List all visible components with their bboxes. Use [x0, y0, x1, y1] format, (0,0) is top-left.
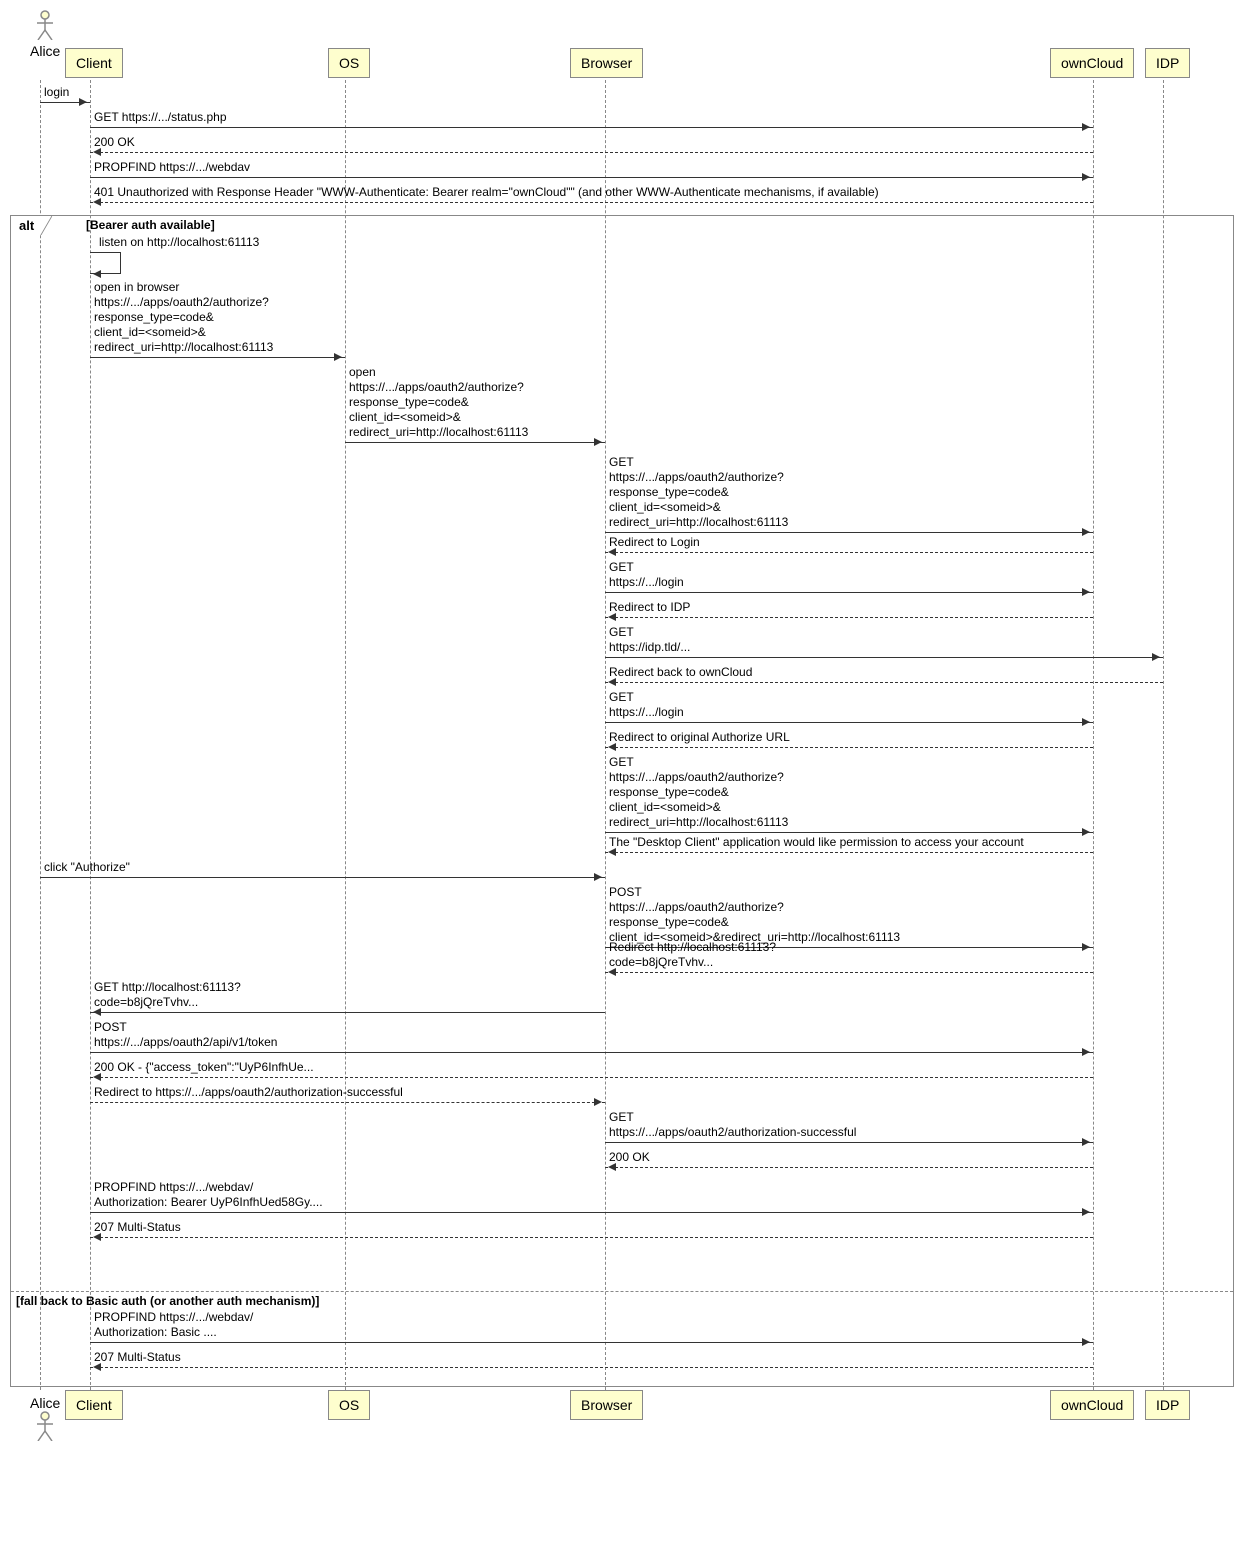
msg-get-code: GET http://localhost:61113? code=b8jQreT… — [90, 980, 605, 1013]
participant-owncloud: ownCloud — [1050, 1390, 1134, 1420]
msg-get-authorize-2: GET https://.../apps/oauth2/authorize? r… — [605, 755, 1093, 833]
participant-owncloud: ownCloud — [1050, 48, 1134, 78]
actor-alice-bottom: Alice — [30, 1395, 60, 1444]
msg-token-ok: 200 OK - {"access_token":"UyP6InfhUe... — [90, 1060, 1093, 1078]
msg-get-status: GET https://.../status.php — [90, 110, 1093, 128]
participant-idp: IDP — [1145, 48, 1190, 78]
participant-os: OS — [328, 48, 370, 78]
msg-permission-prompt: The "Desktop Client" application would l… — [605, 835, 1093, 853]
msg-listen: listen on http://localhost:61113 — [95, 235, 263, 274]
participant-os: OS — [328, 1390, 370, 1420]
actor-alice: Alice — [30, 10, 60, 59]
msg-207: 207 Multi-Status — [90, 1220, 1093, 1238]
participant-client: Client — [65, 1390, 123, 1420]
msg-redirect-success: Redirect to https://.../apps/oauth2/auth… — [90, 1085, 605, 1103]
msg-click-authorize: click "Authorize" — [40, 860, 605, 878]
lifelines-area: login GET https://.../status.php 200 OK … — [10, 80, 1234, 1390]
participant-browser: Browser — [570, 48, 643, 78]
msg-os-open: open https://.../apps/oauth2/authorize? … — [345, 365, 605, 443]
actor-label: Alice — [30, 1395, 60, 1411]
participant-browser: Browser — [570, 1390, 643, 1420]
msg-propfind-basic: PROPFIND https://.../webdav/ Authorizati… — [90, 1310, 1093, 1343]
msg-redirect-idp: Redirect to IDP — [605, 600, 1093, 618]
alt-guard-1: [Bearer auth available] — [86, 218, 215, 232]
msg-get-login: GET https://.../login — [605, 560, 1093, 593]
sequence-diagram: Alice Client OS Browser ownCloud IDP log… — [10, 10, 1234, 1460]
msg-propfind: PROPFIND https://.../webdav — [90, 160, 1093, 178]
msg-login: login — [40, 85, 90, 103]
msg-post-authorize: POST https://.../apps/oauth2/authorize? … — [605, 885, 1093, 948]
msg-redirect-back: Redirect back to ownCloud — [605, 665, 1163, 683]
msg-get-authorize: GET https://.../apps/oauth2/authorize? r… — [605, 455, 1093, 533]
msg-401: 401 Unauthorized with Response Header "W… — [90, 185, 1093, 203]
msg-redirect-original: Redirect to original Authorize URL — [605, 730, 1093, 748]
msg-207-2: 207 Multi-Status — [90, 1350, 1093, 1368]
msg-open-browser: open in browser https://.../apps/oauth2/… — [90, 280, 345, 358]
msg-redirect-code: Redirect http://localhost:61113? code=b8… — [605, 940, 1093, 973]
participant-idp: IDP — [1145, 1390, 1190, 1420]
msg-200ok: 200 OK — [90, 135, 1093, 153]
msg-redirect-login: Redirect to Login — [605, 535, 1093, 553]
participants-top: Alice Client OS Browser ownCloud IDP — [10, 10, 1234, 80]
msg-get-idp: GET https://idp.tld/... — [605, 625, 1163, 658]
alt-guard-2: [fall back to Basic auth (or another aut… — [16, 1294, 319, 1308]
participant-client: Client — [65, 48, 123, 78]
msg-propfind-bearer: PROPFIND https://.../webdav/ Authorizati… — [90, 1180, 1093, 1213]
participants-bottom: Alice Client OS Browser ownCloud IDP — [10, 1390, 1234, 1460]
msg-200ok-2: 200 OK — [605, 1150, 1093, 1168]
alt-separator — [11, 1291, 1233, 1292]
actor-label: Alice — [30, 43, 60, 59]
alt-label: alt — [10, 215, 52, 235]
msg-post-token: POST https://.../apps/oauth2/api/v1/toke… — [90, 1020, 1093, 1053]
msg-get-success: GET https://.../apps/oauth2/authorizatio… — [605, 1110, 1093, 1143]
msg-get-login-2: GET https://.../login — [605, 690, 1093, 723]
